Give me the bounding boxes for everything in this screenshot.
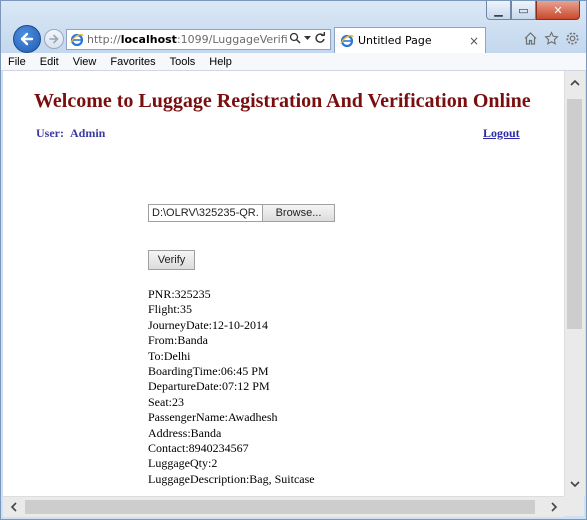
home-icon[interactable]: [523, 31, 538, 46]
menu-view[interactable]: View: [66, 56, 104, 68]
luggage-details: PNR:325235 Flight:35 JourneyDate:12-10-2…: [148, 287, 315, 487]
tab-close-icon[interactable]: ×: [467, 34, 481, 48]
menu-favorites[interactable]: Favorites: [103, 56, 162, 68]
horizontal-scroll-thumb[interactable]: [25, 500, 535, 514]
forward-button[interactable]: [44, 29, 64, 49]
ie-logo-icon: [340, 34, 354, 47]
scroll-left-arrow-icon[interactable]: [3, 497, 23, 517]
vertical-scrollbar[interactable]: [564, 71, 585, 496]
file-upload-input: D:\OLRV\325235-QR. Browse...: [148, 204, 335, 222]
detail-luggage-qty: LuggageQty:2: [148, 456, 218, 471]
refresh-icon[interactable]: [314, 32, 326, 44]
page-content: Welcome to Luggage Registration And Veri…: [3, 71, 564, 496]
back-arrow-icon: [20, 32, 34, 46]
address-bar[interactable]: http://localhost:1099/LuggageVerificatio: [66, 29, 331, 50]
browse-button[interactable]: Browse...: [262, 204, 335, 222]
window-controls: ▁ ▭ ✕: [486, 1, 580, 22]
detail-boarding-time: BoardingTime:06:45 PM: [148, 364, 269, 379]
user-name: Admin: [69, 126, 106, 140]
browser-tab[interactable]: Untitled Page ×: [334, 27, 486, 53]
page-title: Welcome to Luggage Registration And Veri…: [34, 90, 531, 112]
scrollbar-corner: [564, 496, 584, 516]
scroll-down-arrow-icon[interactable]: [565, 475, 585, 493]
back-button[interactable]: [13, 25, 41, 53]
url-host: localhost: [120, 33, 177, 46]
maximize-icon[interactable]: ▭: [511, 1, 536, 20]
minimize-icon[interactable]: ▁: [486, 1, 511, 20]
vertical-scroll-thumb[interactable]: [567, 99, 582, 329]
user-label: User:: [36, 126, 64, 140]
detail-passenger-name: PassengerName:Awadhesh: [148, 410, 278, 425]
forward-arrow-icon: [49, 34, 59, 44]
menu-tools[interactable]: Tools: [163, 56, 203, 68]
detail-luggage-description: LuggageDescription:Bag, Suitcase: [148, 471, 315, 486]
menu-help[interactable]: Help: [202, 56, 239, 68]
scroll-right-arrow-icon[interactable]: [544, 497, 564, 517]
detail-seat: Seat:23: [148, 394, 184, 409]
horizontal-scrollbar[interactable]: [3, 496, 564, 517]
ie-logo-icon: [70, 33, 84, 46]
browser-window: ▁ ▭ ✕ http://localhost:1099/LuggageVerif…: [0, 0, 587, 520]
detail-address: Address:Banda: [148, 425, 222, 440]
dropdown-arrow-icon[interactable]: [304, 35, 311, 41]
detail-journey-date: JourneyDate:12-10-2014: [148, 317, 268, 332]
tab-title: Untitled Page: [358, 34, 432, 47]
browser-right-icons: [523, 31, 580, 46]
detail-flight: Flight:35: [148, 302, 193, 317]
file-path-field[interactable]: D:\OLRV\325235-QR.: [148, 204, 262, 222]
settings-gear-icon[interactable]: [565, 31, 580, 46]
detail-to: To:Delhi: [148, 348, 191, 363]
menu-bar: File Edit View Favorites Tools Help: [1, 53, 586, 71]
user-info: User: Admin: [36, 126, 105, 141]
detail-pnr: PNR:325235: [148, 287, 211, 301]
logout-link[interactable]: Logout: [483, 126, 520, 141]
menu-file[interactable]: File: [1, 56, 33, 68]
search-icon[interactable]: [289, 32, 301, 44]
address-tools: [287, 32, 326, 44]
menu-edit[interactable]: Edit: [33, 56, 66, 68]
verify-button[interactable]: Verify: [148, 250, 195, 270]
detail-departure-date: DepartureDate:07:12 PM: [148, 379, 270, 394]
detail-contact: Contact:8940234567: [148, 441, 249, 456]
scroll-up-arrow-icon[interactable]: [565, 73, 585, 91]
close-icon[interactable]: ✕: [536, 1, 580, 20]
url-scheme: http://: [87, 33, 121, 46]
browser-toolbar: ▁ ▭ ✕ http://localhost:1099/LuggageVerif…: [1, 1, 586, 53]
favorites-star-icon[interactable]: [544, 31, 559, 46]
detail-from: From:Banda: [148, 333, 208, 348]
